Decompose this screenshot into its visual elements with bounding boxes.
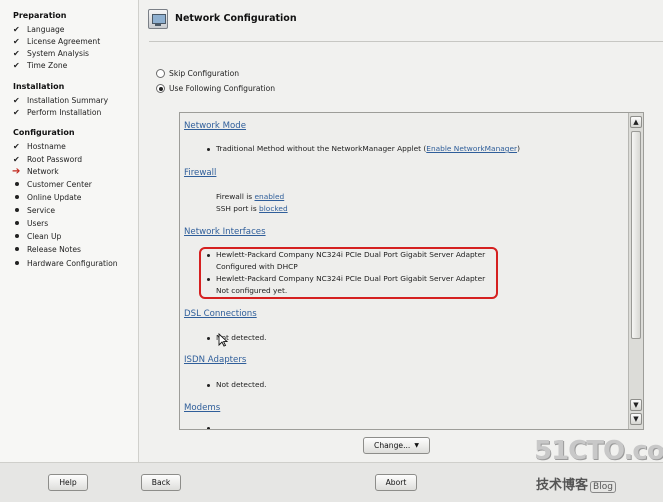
scroll-up-arrow-icon[interactable]: ▲	[630, 116, 642, 128]
firewall-status-text: Firewall is enabled	[216, 192, 285, 201]
check-icon: ✔	[13, 141, 20, 151]
change-dropdown-button[interactable]: Change... ▼	[363, 437, 430, 454]
interface-name: Hewlett-Packard Company NC324i PCIe Dual…	[216, 274, 486, 283]
bullet-icon	[13, 230, 27, 242]
bullet-icon	[13, 217, 27, 229]
current-step-arrow-icon: ➔	[12, 165, 21, 177]
bullet-icon	[207, 427, 210, 429]
vertical-scrollbar[interactable]: ▲ ▼ ▼	[628, 113, 643, 429]
check-icon: ✔	[13, 24, 20, 34]
enable-networkmanager-link[interactable]: Enable NetworkManager	[426, 144, 517, 153]
modems-link[interactable]: Modems	[184, 403, 220, 413]
scrollbar-thumb[interactable]	[631, 131, 641, 339]
interface-name: Hewlett-Packard Company NC324i PCIe Dual…	[216, 250, 486, 259]
step-users: Users	[13, 217, 48, 229]
summary-content: Network Mode Traditional Method without …	[180, 113, 628, 429]
firewall-link[interactable]: Firewall	[184, 168, 216, 178]
main-panel: Network Configuration Skip Configuration…	[138, 0, 663, 462]
step-perform-installation: ✔ Perform Installation	[13, 107, 102, 117]
chevron-down-icon: ▼	[414, 442, 419, 449]
bullet-icon	[13, 204, 27, 216]
network-interfaces-link[interactable]: Network Interfaces	[184, 227, 266, 237]
bullet-icon	[13, 243, 27, 255]
step-system-analysis: ✔ System Analysis	[13, 48, 90, 58]
bullet-icon	[207, 148, 210, 151]
isdn-status-text: Not detected.	[216, 380, 267, 389]
check-icon: ✔	[13, 95, 20, 105]
step-release-notes: Release Notes	[13, 243, 81, 255]
step-online-update: Online Update	[13, 191, 81, 203]
step-language: ✔ Language	[13, 24, 65, 34]
check-icon: ✔	[13, 154, 20, 164]
radio-unchecked-icon	[156, 69, 165, 78]
interface-status: Not configured yet.	[216, 286, 288, 295]
scroll-down-arrow-icon[interactable]: ▼	[630, 399, 642, 411]
bullet-icon	[13, 257, 27, 269]
section-title-installation: Installation	[13, 82, 65, 91]
watermark-logo: 51CTO.com	[534, 436, 663, 466]
watermark-subtitle: 技术博客 Blog	[536, 474, 616, 493]
step-time-zone: ✔ Time Zone	[13, 60, 68, 70]
scroll-end-arrow-icon[interactable]: ▼	[630, 413, 642, 425]
radio-checked-icon	[156, 84, 165, 93]
bullet-icon	[13, 191, 27, 203]
step-service: Service	[13, 204, 55, 216]
step-network: ➔ Network	[12, 165, 59, 177]
step-installation-summary: ✔ Installation Summary	[13, 95, 109, 105]
header-divider	[149, 41, 663, 42]
network-mode-link[interactable]: Network Mode	[184, 121, 246, 131]
network-config-icon	[148, 9, 168, 29]
installation-steps-sidebar: Preparation ✔ Language ✔ License Agreement…	[0, 0, 138, 462]
skip-configuration-radio[interactable]: Skip Configuration	[156, 69, 239, 78]
ssh-port-blocked-link[interactable]: blocked	[259, 204, 288, 213]
section-title-configuration: Configuration	[13, 128, 75, 137]
step-hostname: ✔ Hostname	[13, 141, 66, 151]
bullet-icon	[207, 384, 210, 387]
step-root-password: ✔ Root Password	[13, 154, 83, 164]
step-clean-up: Clean Up	[13, 230, 61, 242]
page-title: Network Configuration	[175, 13, 297, 24]
help-button[interactable]: Help	[48, 474, 88, 491]
step-hardware-configuration: Hardware Configuration	[13, 257, 118, 269]
network-mode-text: Traditional Method without the NetworkMa…	[216, 144, 520, 153]
bullet-icon	[207, 254, 210, 257]
section-title-preparation: Preparation	[13, 11, 67, 20]
check-icon: ✔	[13, 60, 20, 70]
ssh-port-status-text: SSH port is blocked	[216, 204, 288, 213]
abort-button[interactable]: Abort	[375, 474, 417, 491]
isdn-adapters-link[interactable]: ISDN Adapters	[184, 355, 246, 365]
dsl-connections-link[interactable]: DSL Connections	[184, 309, 257, 319]
check-icon: ✔	[13, 107, 20, 117]
step-customer-center: Customer Center	[13, 178, 92, 190]
step-license-agreement: ✔ License Agreement	[13, 36, 101, 46]
bullet-icon	[207, 278, 210, 281]
check-icon: ✔	[13, 48, 20, 58]
configuration-summary-view[interactable]: Network Mode Traditional Method without …	[179, 112, 644, 430]
check-icon: ✔	[13, 36, 20, 46]
interface-status: Configured with DHCP	[216, 262, 298, 271]
back-button[interactable]: Back	[141, 474, 181, 491]
bullet-icon	[13, 178, 27, 190]
mouse-pointer-icon	[218, 333, 228, 347]
firewall-enabled-link[interactable]: enabled	[254, 192, 284, 201]
use-following-configuration-radio[interactable]: Use Following Configuration	[156, 84, 275, 93]
bullet-icon	[207, 337, 210, 340]
